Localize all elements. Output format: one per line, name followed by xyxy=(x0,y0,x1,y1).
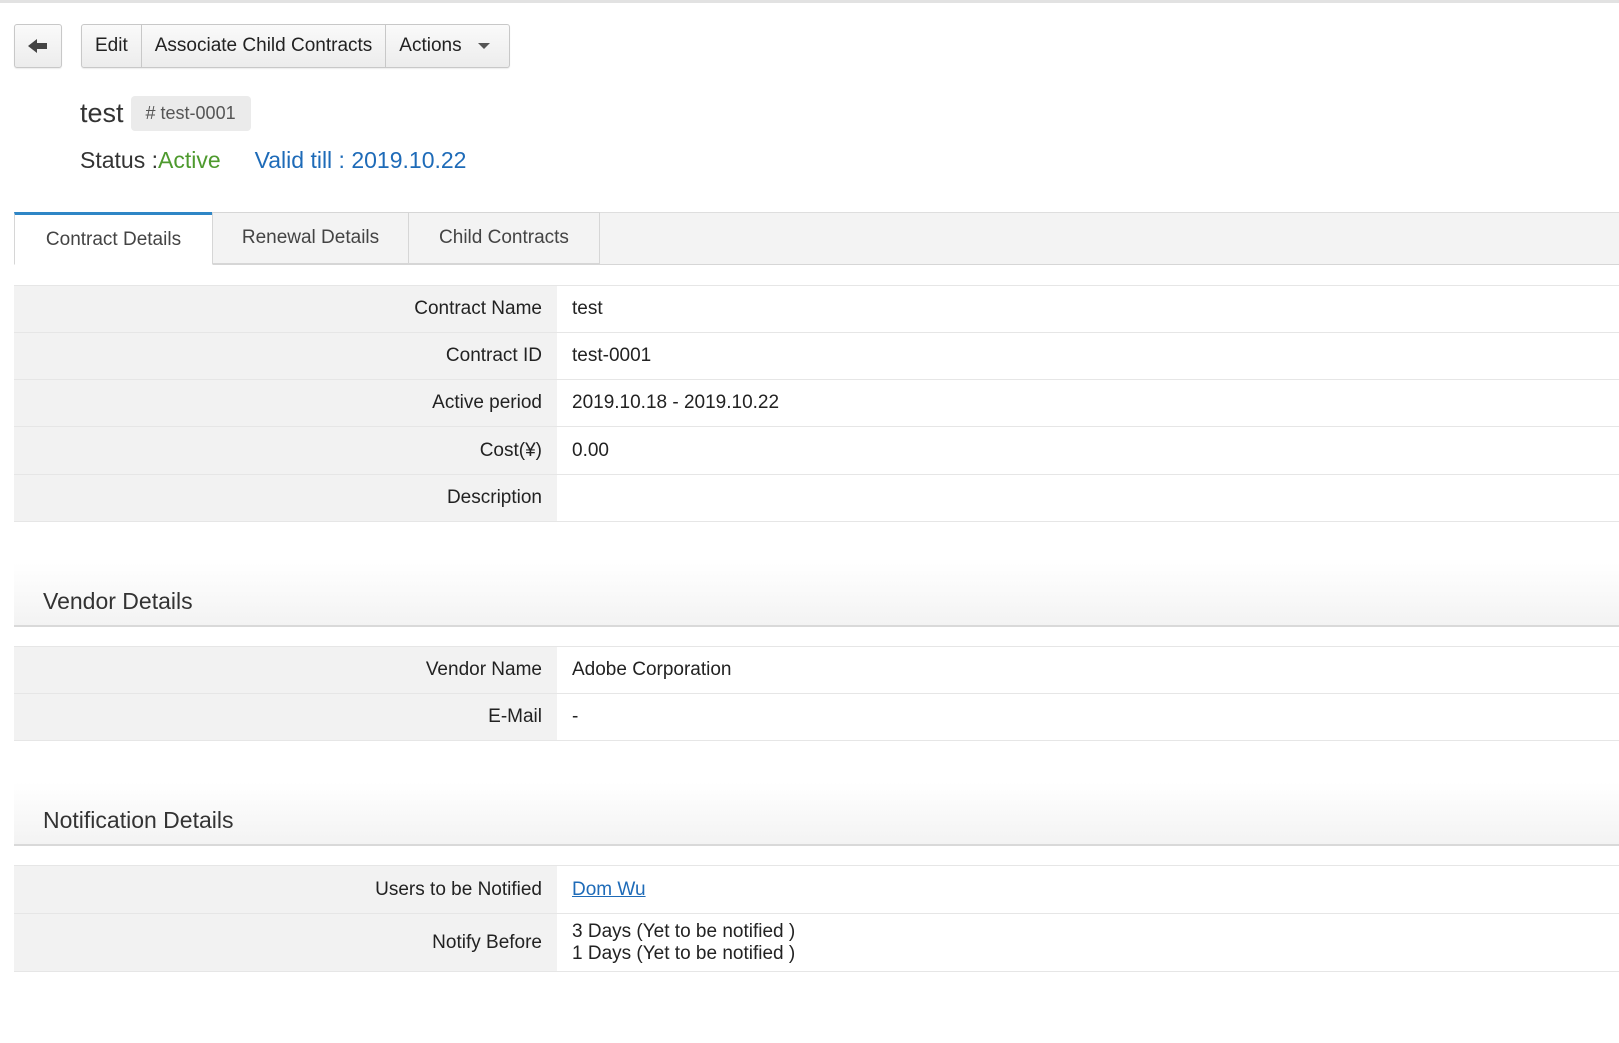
valid-till: Valid till : 2019.10.22 xyxy=(254,147,467,173)
status-label: Status : xyxy=(80,147,158,173)
contract-header: test # test-0001 xyxy=(80,96,251,131)
table-row: Vendor Name Adobe Corporation xyxy=(14,646,1619,693)
contract-details-table: Contract Name test Contract ID test-0001… xyxy=(14,285,1619,522)
arrow-left-icon xyxy=(28,39,47,53)
tab-renewal-details[interactable]: Renewal Details xyxy=(212,212,409,264)
field-value: 2019.10.18 - 2019.10.22 xyxy=(572,392,780,413)
field-label: Cost(¥) xyxy=(14,427,557,474)
notify-before-item: 1 Days (Yet to be notified ) xyxy=(572,942,796,964)
table-row: Cost(¥) 0.00 xyxy=(14,426,1619,474)
field-value: 0.00 xyxy=(572,439,609,461)
tab-contract-details[interactable]: Contract Details xyxy=(14,212,213,265)
tab-label: Renewal Details xyxy=(241,227,380,248)
table-row: Description xyxy=(14,474,1619,522)
associate-child-contracts-button[interactable]: Associate Child Contracts xyxy=(142,25,387,67)
notify-before-item: 3 Days (Yet to be notified ) xyxy=(572,920,796,942)
actions-button-label: Actions xyxy=(399,35,462,56)
field-value: Adobe Corporation xyxy=(572,659,732,680)
field-value: test xyxy=(572,298,603,319)
vendor-section-header: Vendor Details xyxy=(14,563,1619,627)
action-button-group: Edit Associate Child Contracts Actions xyxy=(81,24,510,68)
field-value: Dom Wu xyxy=(557,866,1619,913)
field-label: Description xyxy=(14,475,557,521)
status-value: Active xyxy=(157,147,221,173)
field-label: Users to be Notified xyxy=(14,866,557,913)
table-row: Contract Name test xyxy=(14,285,1619,332)
section-title: Notification Details xyxy=(43,807,234,833)
vendor-details-table: Vendor Name Adobe Corporation E-Mail - xyxy=(14,646,1619,741)
table-row: Users to be Notified Dom Wu xyxy=(14,865,1619,913)
tab-bar-fill xyxy=(599,212,1619,264)
tab-child-contracts[interactable]: Child Contracts xyxy=(408,212,600,264)
edit-button-label: Edit xyxy=(95,35,128,56)
table-row: Contract ID test-0001 xyxy=(14,332,1619,379)
contract-id-badge: # test-0001 xyxy=(130,96,251,131)
field-label: E-Mail xyxy=(14,694,557,740)
tab-label: Contract Details xyxy=(45,228,182,250)
field-value: 3 Days (Yet to be notified ) 1 Days (Yet… xyxy=(557,914,1619,971)
field-label: Vendor Name xyxy=(14,647,557,693)
table-row: Active period 2019.10.18 - 2019.10.22 xyxy=(14,379,1619,426)
back-button[interactable] xyxy=(14,24,62,68)
page-title: test xyxy=(80,98,124,128)
field-label: Notify Before xyxy=(14,914,557,971)
notify-before-list: 3 Days (Yet to be notified ) 1 Days (Yet… xyxy=(572,921,795,965)
field-value xyxy=(557,475,1619,521)
section-title: Vendor Details xyxy=(43,588,193,614)
edit-button[interactable]: Edit xyxy=(82,25,142,67)
user-link[interactable]: Dom Wu xyxy=(572,879,646,901)
field-label: Active period xyxy=(14,380,557,426)
tab-bar: Contract Details Renewal Details Child C… xyxy=(14,212,1619,265)
actions-dropdown-button[interactable]: Actions xyxy=(386,25,508,67)
chevron-down-icon xyxy=(477,43,490,49)
field-label: Contract Name xyxy=(14,286,557,332)
table-row: E-Mail - xyxy=(14,693,1619,741)
table-row: Notify Before 3 Days (Yet to be notified… xyxy=(14,913,1619,972)
tab-label: Child Contracts xyxy=(439,227,569,248)
status-line: Status : Active Valid till : 2019.10.22 xyxy=(80,147,466,174)
associate-button-label: Associate Child Contracts xyxy=(154,35,373,56)
notification-details-table: Users to be Notified Dom Wu Notify Befor… xyxy=(14,865,1619,972)
field-value: - xyxy=(572,706,579,727)
field-value: test-0001 xyxy=(572,345,652,366)
notification-section-header: Notification Details xyxy=(14,782,1619,846)
field-label: Contract ID xyxy=(14,333,557,379)
